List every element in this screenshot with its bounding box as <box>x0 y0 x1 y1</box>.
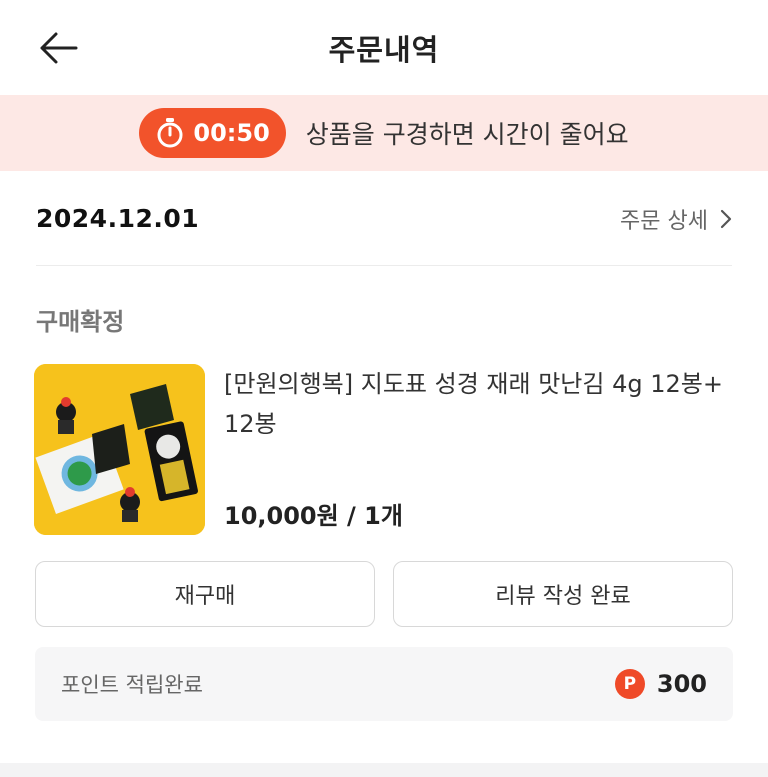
order-header-row: 2024.12.01 주문 상세 <box>36 172 732 266</box>
banner-message: 상품을 구경하면 시간이 줄어요 <box>305 120 629 149</box>
product-price: 10,000원 / 1개 <box>224 502 403 530</box>
points-label: 포인트 적립완료 <box>61 673 203 697</box>
product-image[interactable] <box>34 364 205 535</box>
points-amount: P 300 <box>614 669 707 699</box>
order-status: 구매확정 <box>36 308 125 336</box>
chevron-right-icon <box>720 209 732 228</box>
section-divider <box>0 763 768 777</box>
page-title: 주문내역 <box>328 32 440 67</box>
points-value: 300 <box>656 670 707 698</box>
timer-banner[interactable]: 00:50 상품을 구경하면 시간이 줄어요 <box>0 95 768 171</box>
point-icon: P <box>614 669 645 699</box>
timer-badge: 00:50 <box>139 108 286 158</box>
seaweed-product-image <box>34 364 205 535</box>
points-summary: 포인트 적립완료 P 300 <box>35 647 733 721</box>
order-detail-label: 주문 상세 <box>620 208 708 234</box>
arrow-left-icon <box>40 32 78 64</box>
order-detail-link[interactable]: 주문 상세 <box>620 203 732 235</box>
review-done-button[interactable]: 리뷰 작성 완료 <box>393 561 733 627</box>
timer-value: 00:50 <box>193 119 270 147</box>
stopwatch-icon <box>157 118 183 148</box>
rebuy-button[interactable]: 재구매 <box>35 561 375 627</box>
top-bar: 주문내역 <box>0 0 768 95</box>
back-button[interactable] <box>36 26 80 70</box>
product-name[interactable]: [만원의행복] 지도표 성경 재래 맛난김 4g 12봉+12봉 <box>224 364 732 444</box>
order-date: 2024.12.01 <box>36 204 200 233</box>
